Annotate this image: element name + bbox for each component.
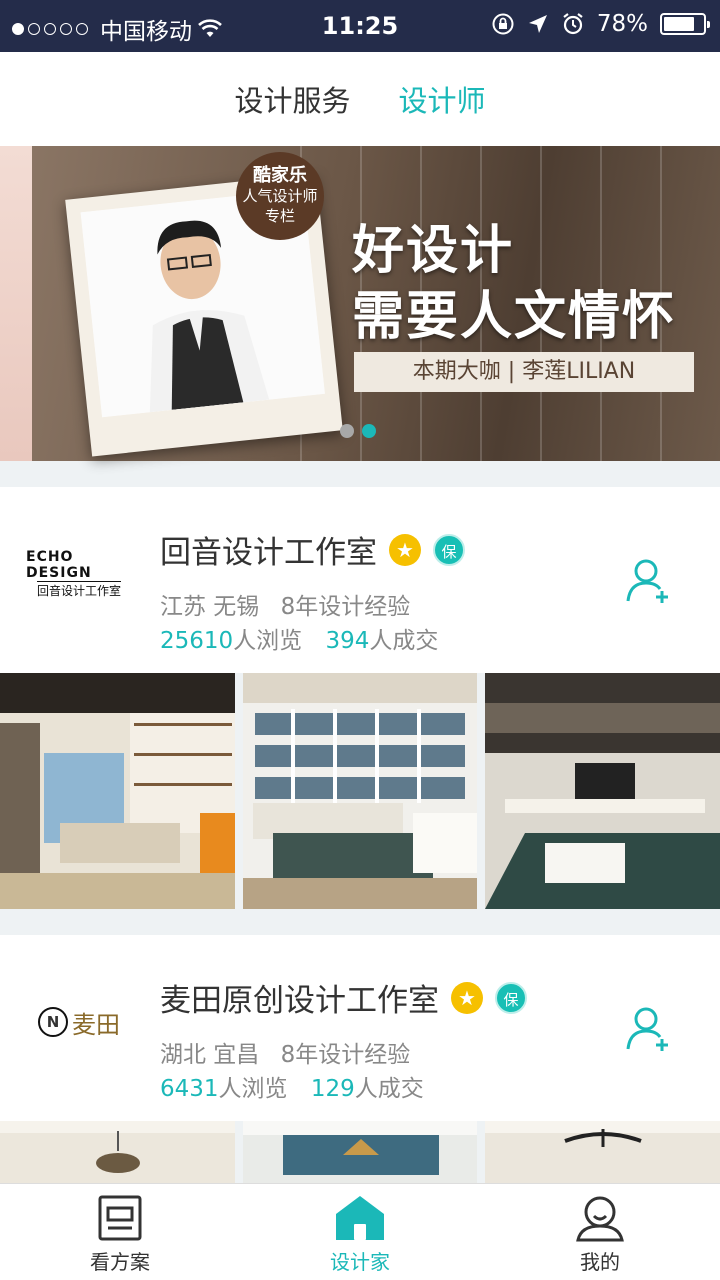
deals-count: 129	[310, 1076, 355, 1102]
battery-percent: 78%	[596, 11, 648, 37]
status-right: 78%	[491, 11, 710, 37]
studio-stats: 25610人浏览 394人成交	[160, 621, 454, 655]
views-label: 人浏览	[233, 628, 303, 654]
designer-card[interactable]: N 麦田 麦田原创设计工作室 ★ 保 湖北 宜昌 8年设计经验 6431人浏览 …	[0, 935, 720, 1121]
nav-label-designers: 设计家	[330, 1250, 390, 1274]
alarm-icon	[563, 13, 583, 35]
nav-item-designers[interactable]: 设计家	[240, 1184, 480, 1280]
logo-text: ECHO DESIGN	[26, 549, 92, 581]
logo-subtext: 回音设计工作室	[36, 581, 121, 599]
logo-mark-icon: N	[38, 1007, 68, 1037]
rotation-lock-icon	[492, 13, 514, 35]
studio-logo: N 麦田	[26, 999, 132, 1045]
nav-item-plans[interactable]: 看方案	[0, 1184, 240, 1280]
portfolio-image[interactable]	[485, 1121, 720, 1183]
studio-meta: 江苏 无锡 8年设计经验	[160, 587, 424, 621]
views-count: 6431	[160, 1076, 219, 1102]
designer-card[interactable]: ECHO DESIGN 回音设计工作室 回音设计工作室 ★ 保 江苏 无锡 8年…	[0, 487, 720, 673]
pager-dot[interactable]	[362, 424, 376, 438]
studio-meta: 湖北 宜昌 8年设计经验	[160, 1035, 424, 1069]
nav-label-plans: 看方案	[90, 1250, 150, 1274]
tab-designer[interactable]: 设计师	[399, 78, 486, 120]
status-bar: 中国移动 11:25 78%	[0, 0, 720, 52]
deals-label: 人成交	[354, 1076, 424, 1102]
location: 江苏 无锡	[160, 594, 260, 620]
portfolio-image[interactable]	[0, 673, 235, 909]
add-follow-icon[interactable]	[626, 1005, 672, 1051]
tab-design-service[interactable]: 设计服务	[234, 78, 350, 120]
portfolio-image[interactable]	[485, 673, 720, 909]
battery-icon	[660, 13, 710, 35]
deals-count: 394	[325, 628, 370, 654]
studio-logo: ECHO DESIGN 回音设计工作室	[26, 549, 132, 599]
pager-dot[interactable]	[340, 424, 354, 438]
top-tab-bar: 设计服务 设计师	[0, 52, 720, 146]
add-follow-icon[interactable]	[626, 557, 672, 603]
experience: 8年设计经验	[280, 1042, 411, 1068]
portfolio-thumbnails	[0, 673, 720, 909]
signal-dots-icon	[12, 23, 88, 35]
battery-fill	[664, 17, 694, 31]
banner-headline: 好设计 需要人文情怀	[352, 218, 676, 350]
logo-text: 麦田	[72, 1010, 120, 1039]
views-count: 25610	[160, 628, 234, 654]
banner-pager	[340, 424, 376, 438]
star-icon: ★	[389, 533, 421, 566]
nav-label-mine: 我的	[580, 1250, 620, 1274]
column-badge: 酷家乐 人气设计师 专栏	[236, 152, 324, 240]
nav-item-mine[interactable]: 我的	[480, 1184, 720, 1280]
studio-stats: 6431人浏览 129人成交	[160, 1069, 440, 1103]
badge-line2: 人气设计师	[242, 187, 318, 205]
status-left: 中国移动	[12, 12, 222, 46]
star-icon: ★	[451, 981, 483, 1014]
location-icon	[528, 15, 547, 33]
portfolio-image[interactable]	[0, 1121, 235, 1183]
portfolio-image[interactable]	[242, 1121, 478, 1183]
user-icon	[576, 1196, 624, 1242]
wifi-icon	[198, 19, 222, 37]
home-icon	[336, 1196, 384, 1240]
headline-line2: 需要人文情怀	[352, 287, 677, 347]
studio-name[interactable]: 回音设计工作室	[160, 527, 377, 572]
bottom-nav: 看方案 设计家 我的	[0, 1183, 720, 1280]
deals-label: 人成交	[369, 628, 439, 654]
location: 湖北 宜昌	[160, 1042, 260, 1068]
badge-line3: 专栏	[264, 207, 295, 225]
guarantee-icon: 保	[495, 981, 527, 1014]
portfolio-thumbnails	[0, 1121, 720, 1183]
previous-banner-peek	[0, 146, 32, 461]
badge-brand: 酷家乐	[253, 165, 307, 186]
studio-name[interactable]: 麦田原创设计工作室	[160, 975, 439, 1020]
experience: 8年设计经验	[280, 594, 411, 620]
carrier-label: 中国移动	[100, 19, 192, 45]
views-label: 人浏览	[218, 1076, 288, 1102]
portfolio-image[interactable]	[242, 673, 478, 909]
document-icon	[98, 1195, 142, 1241]
banner-caption: 本期大咖 | 李莲LILIAN	[354, 352, 694, 392]
guarantee-icon: 保	[433, 533, 465, 566]
headline-line1: 好设计	[352, 221, 515, 281]
